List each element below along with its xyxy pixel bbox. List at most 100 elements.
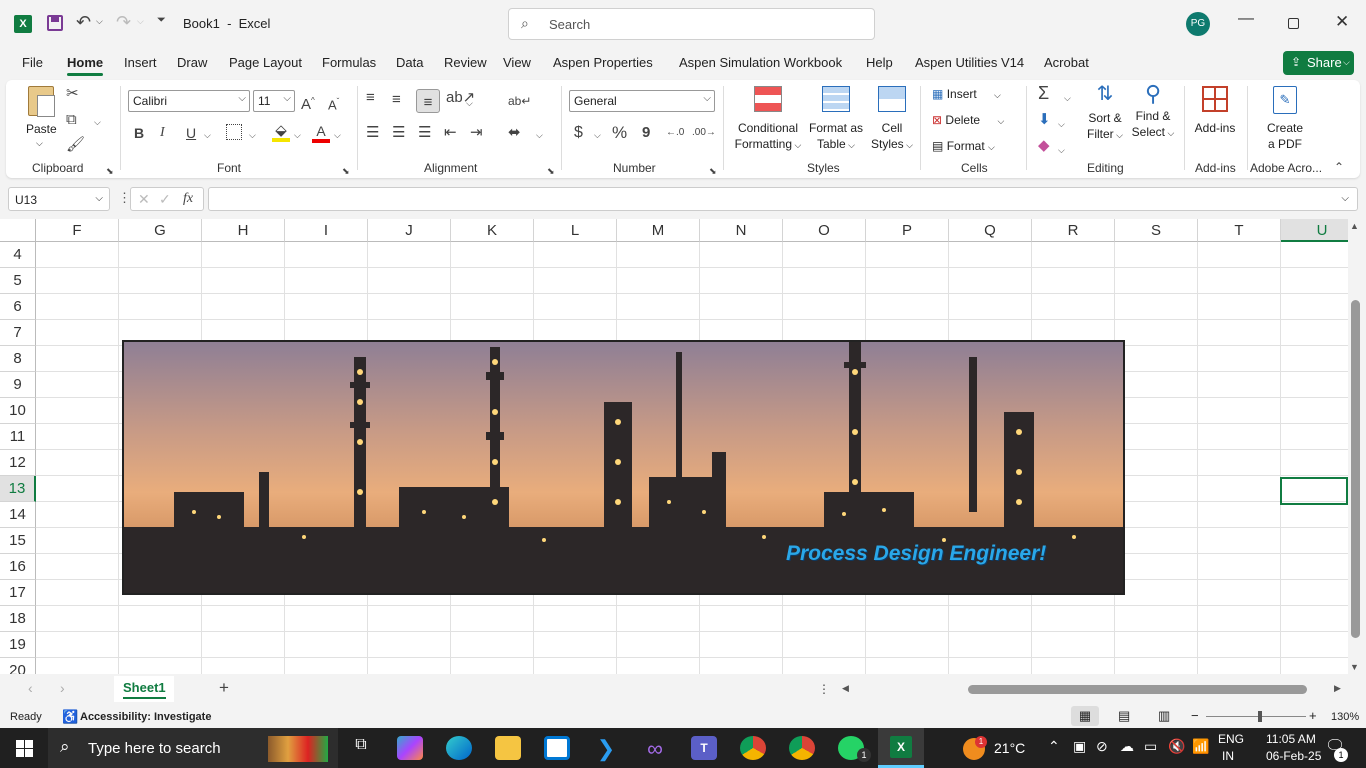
battery-icon[interactable]: ▭: [1144, 738, 1157, 755]
sheet-tab-sheet1[interactable]: Sheet1: [114, 676, 174, 702]
row-header-7[interactable]: 7: [0, 320, 36, 346]
align-bottom-icon[interactable]: ≡: [416, 89, 440, 113]
dialog-launcher-icon[interactable]: ⬊: [709, 162, 717, 180]
scroll-left-icon[interactable]: ◀: [842, 683, 849, 694]
tab-aspen-properties[interactable]: Aspen Properties: [553, 55, 653, 70]
row-header-9[interactable]: 9: [0, 372, 36, 398]
accessibility-icon[interactable]: ♿: [62, 709, 78, 725]
language-line-2[interactable]: IN: [1222, 749, 1234, 763]
copy-icon[interactable]: ⧉: [66, 111, 77, 129]
add-ins-button[interactable]: Add-ins: [1192, 86, 1238, 136]
column-header-l[interactable]: L: [534, 219, 617, 242]
row-header-20[interactable]: 20: [0, 658, 36, 674]
row-header-18[interactable]: 18: [0, 606, 36, 632]
column-header-s[interactable]: S: [1115, 219, 1198, 242]
orientation-dropdown-icon[interactable]: ⌵: [466, 94, 473, 112]
row-header-16[interactable]: 16: [0, 554, 36, 580]
tab-insert[interactable]: Insert: [124, 55, 157, 70]
comma-button[interactable]: 9: [642, 124, 650, 142]
more-icon[interactable]: ⋮: [818, 682, 830, 696]
zoom-slider-thumb[interactable]: [1258, 711, 1262, 722]
scroll-down-icon[interactable]: ▼: [1350, 662, 1359, 672]
zoom-level[interactable]: 130%: [1331, 711, 1359, 723]
fill-color-dropdown-icon[interactable]: ⌵: [294, 126, 301, 144]
borders-dropdown-icon[interactable]: ⌵: [249, 126, 256, 144]
increase-indent-icon[interactable]: ⇥: [470, 124, 483, 142]
number-format-select[interactable]: General ⌵: [569, 90, 715, 112]
increase-decimal-icon[interactable]: ←.0: [666, 124, 684, 142]
select-all-corner[interactable]: [0, 219, 36, 242]
tab-file[interactable]: File: [22, 55, 43, 70]
row-header-14[interactable]: 14: [0, 502, 36, 528]
selected-cell[interactable]: [1280, 477, 1348, 505]
vscode-icon[interactable]: ❯: [593, 736, 619, 761]
column-header-q[interactable]: Q: [949, 219, 1032, 242]
copilot-icon[interactable]: [397, 736, 423, 760]
scroll-right-icon[interactable]: ▶: [1334, 683, 1341, 694]
column-header-o[interactable]: O: [783, 219, 866, 242]
clock-date[interactable]: 06-Feb-25: [1266, 749, 1321, 763]
formula-input[interactable]: ⌵: [208, 187, 1358, 211]
zoom-slider[interactable]: [1206, 711, 1306, 722]
tab-acrobat[interactable]: Acrobat: [1044, 55, 1089, 70]
row-header-11[interactable]: 11: [0, 424, 36, 450]
decrease-decimal-icon[interactable]: .00→: [692, 124, 716, 142]
row-header-5[interactable]: 5: [0, 268, 36, 294]
restore-icon[interactable]: [1288, 18, 1299, 29]
save-icon[interactable]: [47, 15, 63, 31]
format-as-table-button[interactable]: Format as Table ⌵: [804, 86, 868, 156]
conditional-formatting-button[interactable]: Conditional Formatting ⌵: [732, 86, 804, 156]
insert-function-icon[interactable]: fx: [183, 191, 193, 207]
horizontal-scroll-thumb[interactable]: [968, 685, 1307, 694]
row-header-15[interactable]: 15: [0, 528, 36, 554]
currency-dropdown-icon[interactable]: ⌵: [594, 126, 601, 144]
column-header-i[interactable]: I: [285, 219, 368, 242]
font-color-icon[interactable]: A: [312, 122, 330, 143]
font-name-select[interactable]: Calibri ⌵: [128, 90, 250, 112]
column-header-k[interactable]: K: [451, 219, 534, 242]
onedrive-icon[interactable]: ☁: [1120, 738, 1134, 755]
page-layout-view-icon[interactable]: ▤: [1118, 708, 1130, 724]
column-header-h[interactable]: H: [202, 219, 285, 242]
teams-icon[interactable]: T: [691, 736, 717, 760]
paste-button[interactable]: Paste ⌵: [22, 84, 62, 154]
autosum-dropdown-icon[interactable]: ⌵: [1064, 89, 1071, 107]
borders-icon[interactable]: [226, 124, 242, 140]
tab-review[interactable]: Review: [444, 55, 487, 70]
decrease-indent-icon[interactable]: ⇤: [444, 124, 457, 142]
cell-styles-button[interactable]: Cell Styles ⌵: [868, 86, 916, 156]
tab-formulas[interactable]: Formulas: [322, 55, 376, 70]
volume-icon[interactable]: 🔇: [1168, 738, 1185, 755]
tab-draw[interactable]: Draw: [177, 55, 207, 70]
zoom-out-icon[interactable]: −: [1191, 708, 1199, 723]
clear-dropdown-icon[interactable]: ⌵: [1058, 141, 1065, 159]
scroll-up-icon[interactable]: ▲: [1350, 221, 1359, 231]
language-line-1[interactable]: ENG: [1218, 732, 1244, 746]
clear-icon[interactable]: ◆: [1038, 137, 1050, 155]
windows-start-icon[interactable]: [16, 740, 33, 757]
row-header-13[interactable]: 13: [0, 476, 36, 502]
format-cells-button[interactable]: ▤ Format ⌵: [932, 138, 1012, 155]
italic-button[interactable]: I: [160, 124, 165, 142]
zoom-in-icon[interactable]: +: [1309, 708, 1317, 723]
close-icon[interactable]: ✕: [1335, 12, 1349, 32]
tab-aspen-utilities[interactable]: Aspen Utilities V14: [915, 55, 1024, 70]
currency-button[interactable]: $: [574, 124, 583, 142]
column-header-g[interactable]: G: [119, 219, 202, 242]
sort-filter-button[interactable]: ⇅ Sort & Filter ⌵: [1082, 84, 1128, 143]
share-button[interactable]: ⇪ Share ⌵: [1283, 51, 1354, 75]
align-left-icon[interactable]: ☰: [366, 124, 379, 142]
bold-button[interactable]: B: [134, 124, 144, 142]
column-header-m[interactable]: M: [617, 219, 700, 242]
delete-cells-button[interactable]: ⊠ Delete ⌵: [932, 112, 1018, 129]
row-header-8[interactable]: 8: [0, 346, 36, 372]
dialog-launcher-icon[interactable]: ⬊: [547, 162, 555, 180]
undo-dropdown-icon[interactable]: ⌵: [96, 16, 103, 27]
fill-dropdown-icon[interactable]: ⌵: [1058, 115, 1065, 133]
row-header-6[interactable]: 6: [0, 294, 36, 320]
tab-home[interactable]: Home: [67, 55, 104, 76]
row-header-4[interactable]: 4: [0, 242, 36, 268]
font-color-dropdown-icon[interactable]: ⌵: [334, 126, 341, 144]
customize-qat-icon[interactable]: ⏷: [157, 14, 166, 27]
excel-taskbar-button[interactable]: X: [878, 728, 924, 768]
